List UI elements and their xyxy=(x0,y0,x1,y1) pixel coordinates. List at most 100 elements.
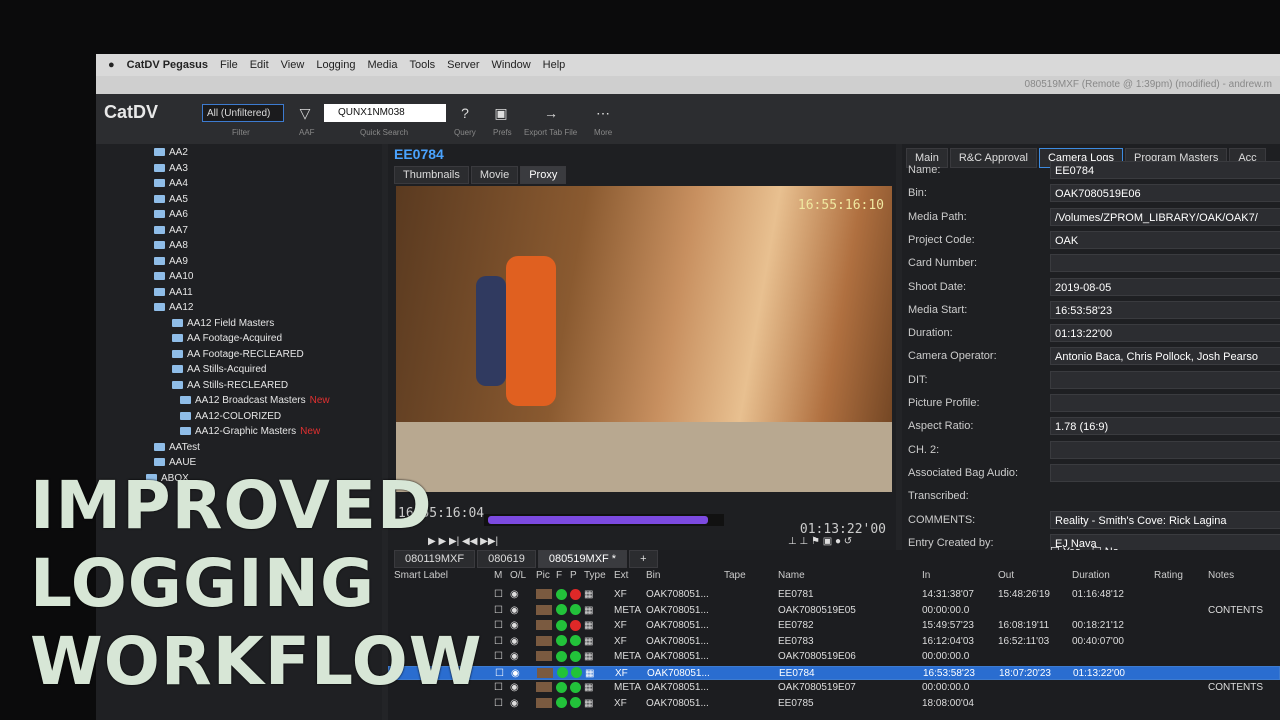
add-tab-button[interactable]: + xyxy=(629,550,658,568)
tree-item[interactable]: AA12 xyxy=(154,301,193,315)
table-row[interactable]: ☐ ◉ ▦ META OAK708051... OAK7080519E06 00:00:00… xyxy=(388,650,1280,664)
mark-checkbox[interactable]: ☐ xyxy=(495,667,504,681)
clip-tools-icons[interactable]: ⊥ ⊥ ⚑ ▣ ● ↺ xyxy=(788,536,852,547)
column-header[interactable]: Bin xyxy=(646,570,660,586)
funnel-icon[interactable]: ▽ xyxy=(296,104,314,122)
table-row[interactable]: ☐ ◉ ▦ XF OAK708051... EE0781 14:31:38'07 15:48:… xyxy=(388,588,1280,602)
quick-search-input[interactable]: QUNX1NM038 xyxy=(324,104,446,122)
menu-logging[interactable]: Logging xyxy=(316,59,355,71)
column-header[interactable]: O/L xyxy=(510,570,526,586)
eye-icon[interactable]: ◉ xyxy=(510,635,519,649)
tab-thumbnails[interactable]: Thumbnails xyxy=(394,166,469,184)
column-header[interactable]: Pic xyxy=(536,570,550,586)
tab-080519mxf[interactable]: 080519MXF * xyxy=(537,550,628,568)
tree-item[interactable]: AA12-COLORIZED xyxy=(180,410,281,424)
tab-proxy[interactable]: Proxy xyxy=(520,166,567,184)
field-value[interactable] xyxy=(1050,370,1280,389)
eye-icon[interactable]: ◉ xyxy=(511,667,520,681)
eye-icon[interactable]: ◉ xyxy=(510,697,519,711)
tab-080119mxf[interactable]: 080119MXF xyxy=(394,550,476,568)
field-value[interactable]: OAK xyxy=(1050,230,1280,249)
field-value[interactable]: /Volumes/ZPROM_LIBRARY/OAK/OAK7/ xyxy=(1050,207,1280,226)
eye-icon[interactable]: ◉ xyxy=(510,588,519,602)
eye-icon[interactable]: ◉ xyxy=(510,619,519,633)
column-header[interactable]: Tape xyxy=(724,570,746,586)
table-row[interactable]: ☐ ◉ ▦ XF OAK708051... EE0783 16:12:04'03 16:52:… xyxy=(388,635,1280,649)
scrubber-bar[interactable] xyxy=(488,516,708,524)
column-header[interactable]: Rating xyxy=(1154,570,1183,586)
tree-item[interactable]: AA12-Graphic Masters New xyxy=(180,425,320,439)
tree-item[interactable]: AA9 xyxy=(154,255,188,269)
export-icon[interactable]: → xyxy=(542,104,560,122)
tree-item[interactable]: AA12 Broadcast Masters New xyxy=(180,394,330,408)
field-value[interactable]: 16:53:58'23 xyxy=(1050,300,1280,319)
column-header[interactable]: F xyxy=(556,570,562,586)
tree-item[interactable]: AATest xyxy=(154,441,200,455)
table-row[interactable]: ☐ ◉ ▦ META OAK708051... OAK7080519E07 00:00:00… xyxy=(388,681,1280,695)
eye-icon[interactable]: ◉ xyxy=(510,681,519,695)
field-value[interactable]: 1.78 (16:9) xyxy=(1050,417,1280,436)
tree-item[interactable]: AA11 xyxy=(154,286,193,300)
menu-media[interactable]: Media xyxy=(367,59,397,71)
field-value[interactable]: EE0784 xyxy=(1050,161,1280,179)
field-value[interactable] xyxy=(1050,254,1280,273)
column-header[interactable]: Duration xyxy=(1072,570,1110,586)
column-header[interactable]: Notes xyxy=(1208,570,1234,586)
menu-server[interactable]: Server xyxy=(447,59,479,71)
mark-checkbox[interactable]: ☐ xyxy=(494,604,503,618)
tree-item[interactable]: AA Footage-RECLEARED xyxy=(172,348,304,362)
apple-icon[interactable]: ● xyxy=(108,59,115,71)
mark-checkbox[interactable]: ☐ xyxy=(494,588,503,602)
mark-checkbox[interactable]: ☐ xyxy=(494,619,503,633)
field-value[interactable]: Reality - Smith's Cove: Rick Lagina xyxy=(1050,510,1280,529)
menu-app-name[interactable]: CatDV Pegasus xyxy=(127,59,208,71)
mark-checkbox[interactable]: ☐ xyxy=(494,635,503,649)
query-icon[interactable]: ? xyxy=(456,104,474,122)
menu-edit[interactable]: Edit xyxy=(250,59,269,71)
field-value[interactable]: Antonio Baca, Chris Pollock, Josh Pearso xyxy=(1050,347,1280,366)
table-row[interactable]: ☐ ◉ ▦ META OAK708051... OAK7080519E05 00:00:00… xyxy=(388,604,1280,618)
menu-file[interactable]: File xyxy=(220,59,238,71)
table-row[interactable]: ☐ ◉ ▦ XF OAK708051... EE0785 18:08:00'04 xyxy=(388,697,1280,711)
column-header[interactable]: Name xyxy=(778,570,805,586)
field-value[interactable] xyxy=(1050,463,1280,482)
tree-item[interactable]: AA7 xyxy=(154,224,188,238)
field-value[interactable]: 2019-08-05 xyxy=(1050,277,1280,296)
tree-item[interactable]: AA Footage-Acquired xyxy=(172,332,282,346)
play-icon[interactable]: ▶ ▶ ▶| ◀◀ ▶▶| xyxy=(428,536,498,547)
eye-icon[interactable]: ◉ xyxy=(510,604,519,618)
tree-item[interactable]: AA10 xyxy=(154,270,193,284)
tab-rc-approval[interactable]: R&C Approval xyxy=(949,148,1037,168)
menu-tools[interactable]: Tools xyxy=(409,59,435,71)
column-header[interactable]: In xyxy=(922,570,930,586)
column-header[interactable]: M xyxy=(494,570,502,586)
column-header[interactable]: Smart Label xyxy=(394,570,448,586)
field-value[interactable] xyxy=(1050,440,1280,459)
tree-item[interactable]: AA5 xyxy=(154,193,188,207)
filter-select[interactable]: All (Unfiltered) xyxy=(202,104,284,122)
column-header[interactable]: P xyxy=(570,570,577,586)
column-header[interactable]: Ext xyxy=(614,570,628,586)
menu-view[interactable]: View xyxy=(281,59,305,71)
table-row[interactable]: ☐ ◉ ▦ XF OAK708051... EE0782 15:49:57'23 16:08:… xyxy=(388,619,1280,633)
tree-item[interactable]: AA2 xyxy=(154,146,188,160)
video-frame[interactable]: 16:55:16:10 xyxy=(396,186,892,492)
column-header[interactable]: Out xyxy=(998,570,1014,586)
prefs-icon[interactable]: ▣ xyxy=(492,104,510,122)
tree-item[interactable]: AA4 xyxy=(154,177,188,191)
menu-window[interactable]: Window xyxy=(492,59,531,71)
tree-item[interactable]: AA6 xyxy=(154,208,188,222)
menu-help[interactable]: Help xyxy=(543,59,566,71)
mark-checkbox[interactable]: ☐ xyxy=(494,650,503,664)
field-value[interactable]: OAK7080519E06 xyxy=(1050,184,1280,203)
mark-checkbox[interactable]: ☐ xyxy=(494,697,503,711)
tree-item[interactable]: AA8 xyxy=(154,239,188,253)
eye-icon[interactable]: ◉ xyxy=(510,650,519,664)
tree-item[interactable]: AA12 Field Masters xyxy=(172,317,274,331)
more-icon[interactable]: ⋯ xyxy=(594,104,612,122)
field-value[interactable] xyxy=(1050,394,1280,412)
tab-movie[interactable]: Movie xyxy=(470,166,519,184)
column-header[interactable]: Type xyxy=(584,570,606,586)
tree-item[interactable]: AA Stills-Acquired xyxy=(172,363,266,377)
field-value[interactable]: 01:13:22'00 xyxy=(1050,324,1280,343)
